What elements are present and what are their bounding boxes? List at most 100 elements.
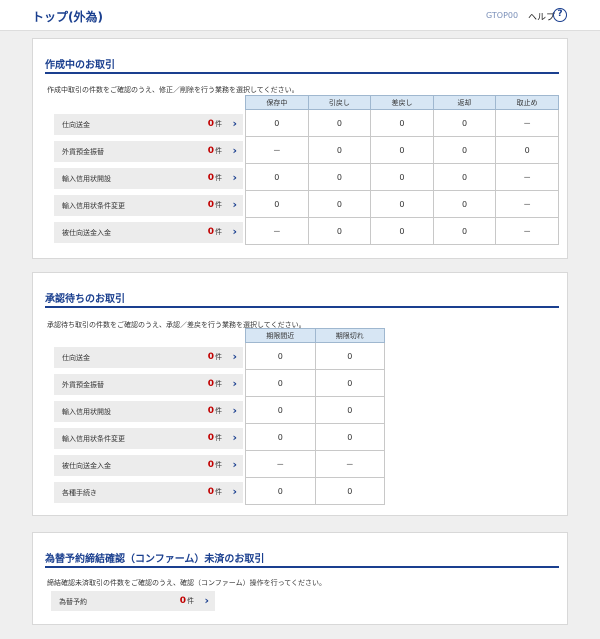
pending-row-procedures[interactable]: 各種手続き 0件 › <box>54 482 243 503</box>
row-count: 0件 <box>207 487 222 497</box>
row-count: 0件 <box>207 200 222 210</box>
table-row: 0 0 0 0 － <box>245 163 559 191</box>
table-cell: 0 <box>245 109 309 137</box>
table-cell: 0 <box>307 136 372 164</box>
row-label: 輸入信用状条件変更 <box>62 435 125 443</box>
chevron-right-icon: › <box>232 225 237 238</box>
help-link[interactable]: ヘルプ <box>528 10 555 23</box>
pending-row-import-lc-open[interactable]: 輸入信用状開設 0件 › <box>54 401 243 422</box>
column-header: 差戻し <box>370 95 434 110</box>
row-label: 外貨預金振替 <box>62 381 104 389</box>
page-title: トップ(外為) <box>32 10 103 24</box>
pending-row-inward-remittance[interactable]: 被仕向送金入金 0件 › <box>54 455 243 476</box>
table-cell: 0 <box>432 190 497 218</box>
table-cell: 0 <box>307 163 372 191</box>
table-cell: － <box>495 190 559 218</box>
question-circle-icon[interactable]: ? <box>553 8 567 22</box>
in-progress-row-inward-remittance[interactable]: 被仕向送金入金 0件 › <box>54 222 243 243</box>
row-label: 仕向送金 <box>62 354 90 362</box>
table-cell: 0 <box>307 217 372 245</box>
table-cell: 0 <box>370 217 434 245</box>
row-count: 0件 <box>207 227 222 237</box>
in-progress-description: 作成中取引の件数をご確認のうえ、修正／削除を行う業務を選択してください。 <box>47 86 299 94</box>
in-progress-row-remittance[interactable]: 仕向送金 0件 › <box>54 114 243 135</box>
pending-approval-panel: 承認待ちのお取引 承認待ち取引の件数をご確認のうえ、承認／差戻を行う業務を選択し… <box>32 272 568 516</box>
column-header: 保存中 <box>245 95 309 110</box>
table-cell: － <box>495 109 559 137</box>
table-cell: 0 <box>245 423 316 451</box>
row-count: 0件 <box>207 379 222 389</box>
table-row: 0 0 <box>245 477 385 505</box>
table-cell: 0 <box>370 136 434 164</box>
table-cell: 0 <box>432 109 497 137</box>
row-count: 0件 <box>207 119 222 129</box>
table-cell: 0 <box>314 423 385 451</box>
chevron-right-icon: › <box>232 377 237 390</box>
row-label: 各種手続き <box>62 489 97 497</box>
table-cell: 0 <box>370 163 434 191</box>
row-label: 輸入信用状開設 <box>62 408 111 416</box>
chevron-right-icon: › <box>232 458 237 471</box>
column-header: 引戻し <box>307 95 372 110</box>
row-count: 0件 <box>207 173 222 183</box>
chevron-right-icon: › <box>232 171 237 184</box>
in-progress-status-table: 保存中 引戻し 差戻し 返却 取止め 0 0 0 0 － － 0 0 0 0 0… <box>245 95 559 245</box>
table-cell: 0 <box>245 477 316 505</box>
chevron-right-icon: › <box>232 117 237 130</box>
table-cell: － <box>245 217 309 245</box>
row-count: 0件 <box>207 406 222 416</box>
table-row: 0 0 0 0 － <box>245 109 559 137</box>
column-header: 返却 <box>432 95 497 110</box>
row-count: 0件 <box>207 433 222 443</box>
table-cell: 0 <box>314 342 385 370</box>
unconfirmed-title: 為替予約締結確認（コンファーム）未済のお取引 <box>45 554 265 565</box>
row-count: 0件 <box>207 146 222 156</box>
table-cell: 0 <box>245 369 316 397</box>
table-cell: 0 <box>370 190 434 218</box>
table-cell: 0 <box>432 163 497 191</box>
table-row: － 0 0 0 － <box>245 217 559 245</box>
pending-approval-title-rule <box>45 306 559 308</box>
in-progress-row-fx-deposit-transfer[interactable]: 外貨預金振替 0件 › <box>54 141 243 162</box>
pending-row-remittance[interactable]: 仕向送金 0件 › <box>54 347 243 368</box>
pending-row-import-lc-amend[interactable]: 輸入信用状条件変更 0件 › <box>54 428 243 449</box>
row-label: 輸入信用状開設 <box>62 175 111 183</box>
table-cell: 0 <box>245 396 316 424</box>
pending-row-fx-deposit-transfer[interactable]: 外貨預金振替 0件 › <box>54 374 243 395</box>
table-cell: 0 <box>245 190 309 218</box>
chevron-right-icon: › <box>232 431 237 444</box>
unconfirmed-description: 締結確認未済取引の件数をご確認のうえ、確認（コンファーム）操作を行ってください。 <box>47 579 327 587</box>
table-row: 0 0 <box>245 423 385 451</box>
table-cell: 0 <box>314 369 385 397</box>
table-cell: － <box>495 217 559 245</box>
chevron-right-icon: › <box>232 198 237 211</box>
unconfirmed-panel: 為替予約締結確認（コンファーム）未済のお取引 締結確認未済取引の件数をご確認のう… <box>32 532 568 625</box>
column-header: 期限間近 <box>245 328 316 343</box>
row-count: 0件 <box>179 596 194 606</box>
table-cell: 0 <box>307 190 372 218</box>
table-cell: － <box>245 450 316 478</box>
row-count: 0件 <box>207 460 222 470</box>
top-bar: トップ(外為) GTOP00 ヘルプ ? <box>0 0 600 31</box>
row-label: 為替予約 <box>59 598 87 606</box>
pending-approval-table: 期限間近 期限切れ 0 0 0 0 0 0 0 0 － － 0 0 <box>245 328 385 505</box>
in-progress-title: 作成中のお取引 <box>45 60 115 71</box>
chevron-right-icon: › <box>232 485 237 498</box>
chevron-right-icon: › <box>232 350 237 363</box>
screen-id: GTOP00 <box>486 11 519 20</box>
row-label: 輸入信用状条件変更 <box>62 202 125 210</box>
row-count: 0件 <box>207 352 222 362</box>
table-cell: 0 <box>370 109 434 137</box>
table-cell: － <box>314 450 385 478</box>
unconfirmed-row-fx-contract[interactable]: 為替予約 0件 › <box>51 591 215 611</box>
table-cell: 0 <box>314 396 385 424</box>
pending-approval-title: 承認待ちのお取引 <box>45 294 125 305</box>
in-progress-row-import-lc-open[interactable]: 輸入信用状開設 0件 › <box>54 168 243 189</box>
row-label: 被仕向送金入金 <box>62 229 111 237</box>
row-label: 仕向送金 <box>62 121 90 129</box>
table-row: 0 0 <box>245 342 385 370</box>
in-progress-panel: 作成中のお取引 作成中取引の件数をご確認のうえ、修正／削除を行う業務を選択してく… <box>32 38 568 259</box>
in-progress-row-import-lc-amend[interactable]: 輸入信用状条件変更 0件 › <box>54 195 243 216</box>
table-cell: 0 <box>432 136 497 164</box>
table-cell: 0 <box>307 109 372 137</box>
